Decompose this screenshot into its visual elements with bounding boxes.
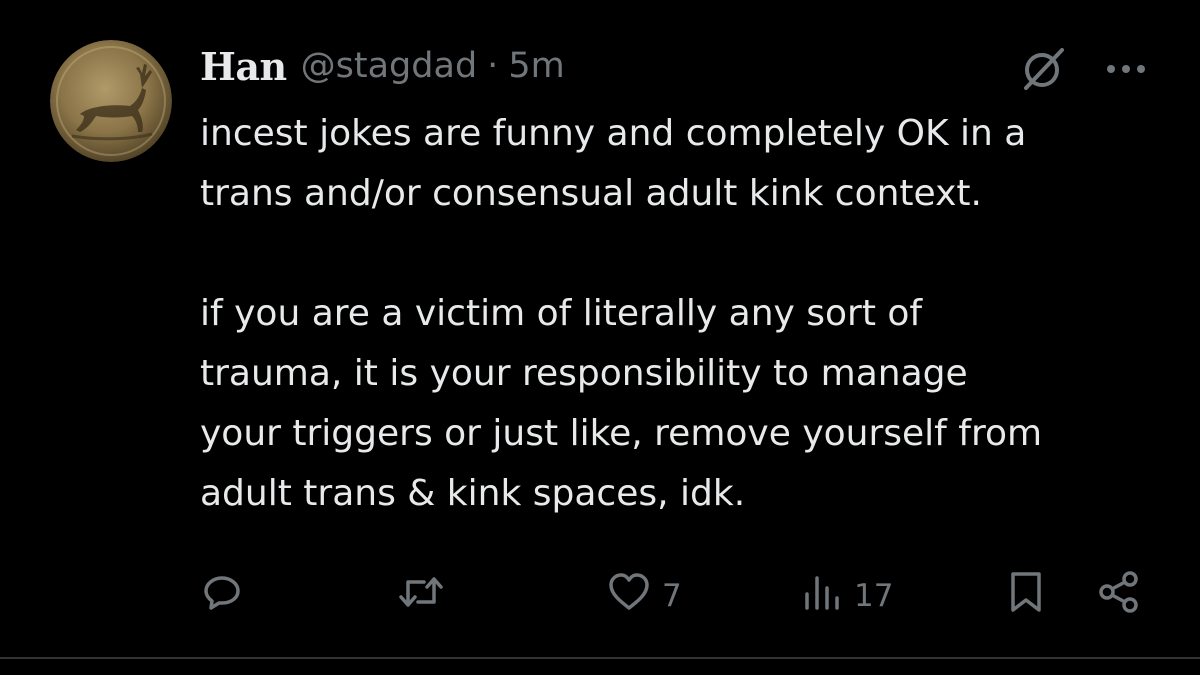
bookmark-button[interactable] <box>1006 566 1046 626</box>
tweet: Han @stagdad · 5m incest jokes are funny… <box>0 0 1200 675</box>
post-header: Han @stagdad · 5m <box>200 38 565 94</box>
more-icon[interactable] <box>1104 47 1148 95</box>
bookmark-icon <box>1006 569 1046 623</box>
separator-dot: · <box>487 46 499 86</box>
view-count: 17 <box>854 578 894 614</box>
like-count: 7 <box>662 578 682 614</box>
stag-coin-image <box>50 40 172 162</box>
post-action-bar: 7 17 <box>200 566 1150 626</box>
reply-button[interactable] <box>200 566 244 626</box>
repost-button[interactable] <box>396 566 446 626</box>
reply-icon <box>200 570 244 622</box>
display-name[interactable]: Han <box>200 44 287 89</box>
avatar[interactable] <box>50 40 172 162</box>
views-button[interactable]: 17 <box>800 566 893 626</box>
like-button[interactable]: 7 <box>606 566 682 626</box>
grok-icon[interactable] <box>1018 44 1068 98</box>
share-button[interactable] <box>1096 566 1142 626</box>
post-timestamp[interactable]: 5m <box>508 46 564 86</box>
post-divider <box>0 657 1200 659</box>
repost-icon <box>396 570 446 622</box>
post-top-actions <box>1018 44 1148 98</box>
like-icon <box>606 570 652 622</box>
share-icon <box>1096 569 1142 623</box>
user-handle[interactable]: @stagdad <box>301 46 478 86</box>
views-icon <box>800 570 844 622</box>
post-text: incest jokes are funny and completely OK… <box>200 113 1043 514</box>
